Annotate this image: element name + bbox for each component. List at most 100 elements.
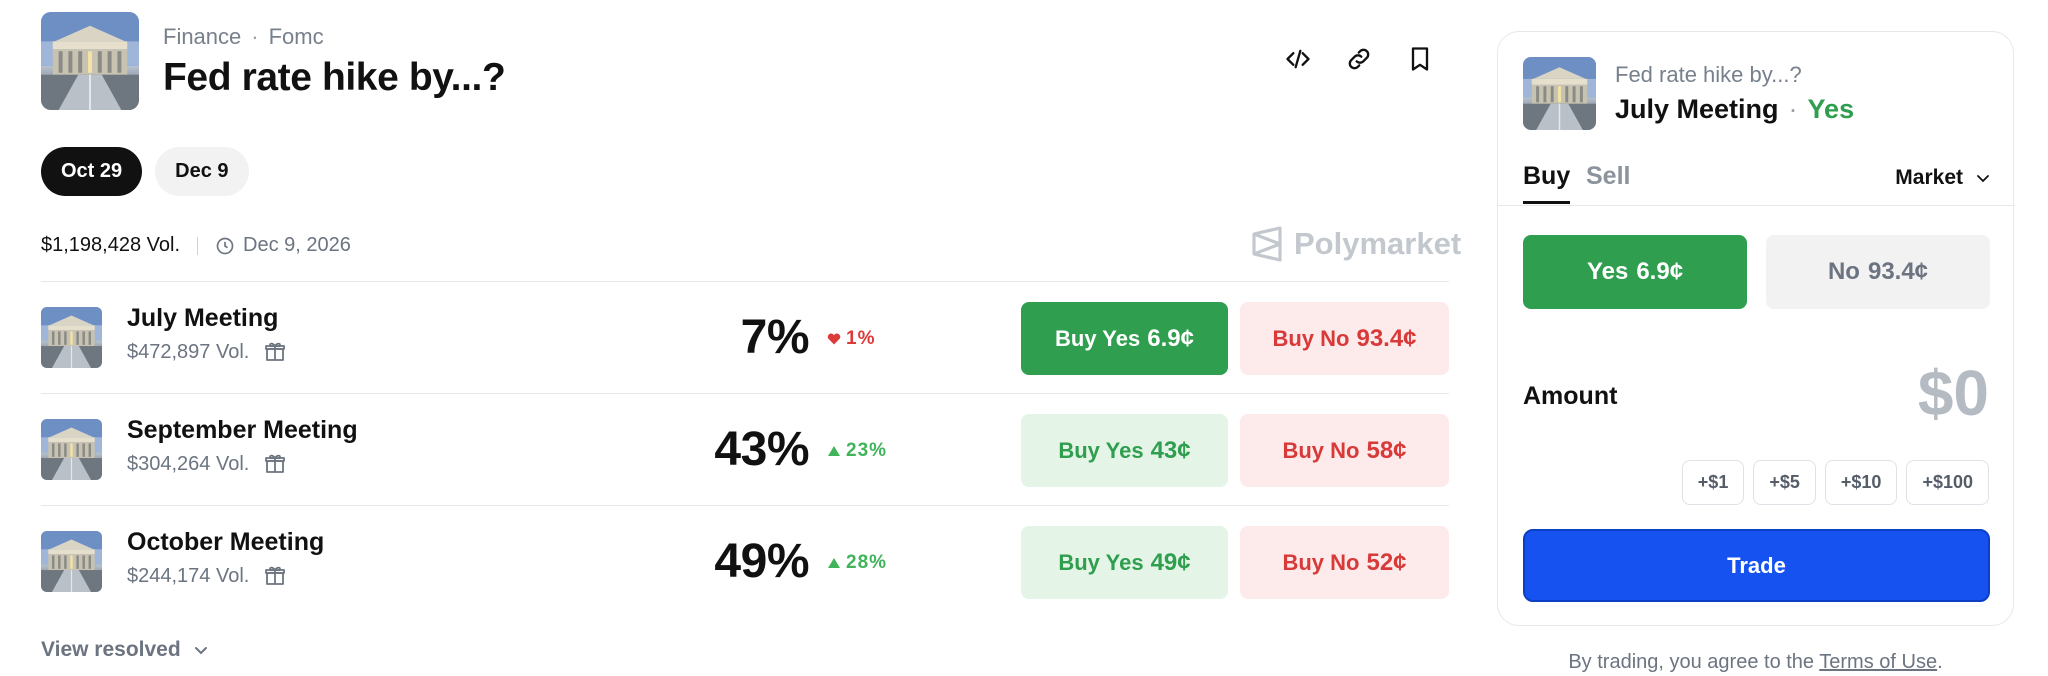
quick-amounts: +$1 +$5 +$10 +$100 [1681,460,1989,505]
view-resolved-toggle[interactable]: View resolved [41,638,209,662]
yes-outcome-price: 6.9¢ [1636,258,1684,285]
buy-no-label: Buy No [1282,549,1360,575]
market-name[interactable]: September Meeting [127,416,358,445]
change-value: 28% [846,552,888,573]
yes-outcome-button[interactable]: Yes 6.9¢ [1523,235,1747,309]
buy-yes-button[interactable]: Buy Yes 49¢ [1021,526,1228,599]
meta-divider [197,236,199,255]
buy-yes-label: Buy Yes [1058,437,1144,463]
market-name[interactable]: October Meeting [127,528,324,557]
amount-label: Amount [1523,382,1618,410]
probability-change: 1% [827,328,875,350]
buy-no-label: Buy No [1282,437,1360,463]
buy-no-price: 58¢ [1366,436,1407,464]
view-resolved-label: View resolved [41,638,181,661]
market-volume-wrap: $304,264 Vol. [127,452,287,476]
tab-sell[interactable]: Sell [1586,162,1630,201]
tab-buy[interactable]: Buy [1523,162,1571,204]
market-thumbnail [41,12,139,110]
triangle-up-icon [828,446,840,456]
market-meta: $1,198,428 Vol. Dec 9, 2026 [41,234,351,257]
trade-panel-question: Fed rate hike by...? [1615,62,1802,87]
terms-prefix: By trading, you agree to the [1568,651,1815,673]
page-title: Fed rate hike by...? [163,56,506,99]
market-name[interactable]: July Meeting [127,304,278,333]
quick-amount-button[interactable]: +$1 [1681,460,1745,505]
market-probability: 49% [714,535,809,588]
trade-tabs: Buy Sell Market [1498,160,2015,206]
order-type-label: Market [1895,166,1963,189]
terms-suffix: . [1937,651,1943,673]
polymarket-logo: Polymarket [1250,226,1461,262]
breadcrumb: Finance · Fomc [163,24,324,50]
buy-no-price: 93.4¢ [1356,324,1417,352]
probability-change: 28% [827,552,887,574]
market-volume: $472,897 Vol. [127,340,250,363]
terms-notice: By trading, you agree to the Terms of Us… [1497,651,2014,674]
probability-change: 23% [827,440,887,462]
date-tabs: Oct 29 Dec 9 [41,147,249,196]
bookmark-icon[interactable] [1405,44,1435,74]
market-row-thumbnail [41,419,102,480]
market-volume: $244,174 Vol. [127,564,250,587]
quick-amount-button[interactable]: +$5 [1753,460,1816,505]
chevron-down-icon [1977,175,1989,183]
buy-yes-price: 49¢ [1150,548,1191,576]
polymarket-logo-icon [1252,226,1282,262]
brand-name: Polymarket [1294,226,1462,261]
gift-icon[interactable] [263,452,287,476]
embed-code-icon[interactable] [1283,44,1313,74]
terms-of-use-link[interactable]: Terms of Use [1819,651,1937,673]
date-tab-dec-9[interactable]: Dec 9 [155,147,249,196]
market-row-thumbnail [41,531,102,592]
selected-side: Yes [1807,94,1855,124]
breadcrumb-separator: · [251,24,259,49]
trade-panel-outcome: July Meeting · Yes [1615,94,1854,125]
yes-outcome-label: Yes [1586,258,1629,285]
trade-button[interactable]: Trade [1523,529,1990,602]
buy-yes-price: 43¢ [1150,436,1191,464]
trade-panel-thumbnail [1523,57,1596,130]
date-tab-oct-29[interactable]: Oct 29 [41,147,143,196]
market-volume-wrap: $472,897 Vol. [127,340,287,364]
heart-down-icon [827,333,841,345]
no-outcome-price: 93.4¢ [1867,258,1929,285]
trade-panel: Fed rate hike by...? July Meeting · Yes … [1497,31,2015,626]
market-row-july[interactable]: July Meeting $472,897 Vol. 7% 1% Buy Yes… [41,282,1449,393]
header-actions [1283,44,1435,74]
order-type-dropdown[interactable]: Market [1895,166,1991,190]
buy-yes-label: Buy Yes [1058,549,1144,575]
clock-icon [216,237,234,254]
buy-yes-button[interactable]: Buy Yes 6.9¢ [1021,302,1228,375]
triangle-up-icon [828,558,840,568]
total-volume: $1,198,428 Vol. [41,234,181,256]
breadcrumb-category[interactable]: Finance [163,24,241,50]
buy-no-button[interactable]: Buy No 93.4¢ [1240,302,1449,375]
end-date: Dec 9, 2026 [243,234,351,256]
buy-no-price: 52¢ [1366,548,1407,576]
buy-yes-button[interactable]: Buy Yes 43¢ [1021,414,1228,487]
buy-no-label: Buy No [1272,325,1350,351]
change-value: 23% [846,440,888,461]
buy-yes-price: 6.9¢ [1147,324,1194,352]
chevron-down-icon [194,647,207,655]
link-icon[interactable] [1344,44,1374,74]
quick-amount-button[interactable]: +$100 [1906,460,1989,505]
selected-outcome: July Meeting [1615,94,1779,124]
buy-no-button[interactable]: Buy No 58¢ [1240,414,1449,487]
gift-icon[interactable] [263,340,287,364]
market-row-october[interactable]: October Meeting $244,174 Vol. 49% 28% Bu… [41,506,1449,617]
quick-amount-button[interactable]: +$10 [1824,460,1898,505]
gift-icon[interactable] [263,564,287,588]
market-probability: 43% [714,423,809,476]
buy-no-button[interactable]: Buy No 52¢ [1240,526,1449,599]
no-outcome-button[interactable]: No 93.4¢ [1766,235,1990,309]
breadcrumb-tag[interactable]: Fomc [269,24,324,50]
outcome-separator: · [1788,94,1798,124]
market-volume-wrap: $244,174 Vol. [127,564,287,588]
market-probability: 7% [740,311,810,364]
amount-input[interactable]: $0 [1918,356,1989,430]
no-outcome-label: No [1827,258,1860,285]
market-row-september[interactable]: September Meeting $304,264 Vol. 43% 23% … [41,394,1449,505]
change-value: 1% [846,328,876,349]
